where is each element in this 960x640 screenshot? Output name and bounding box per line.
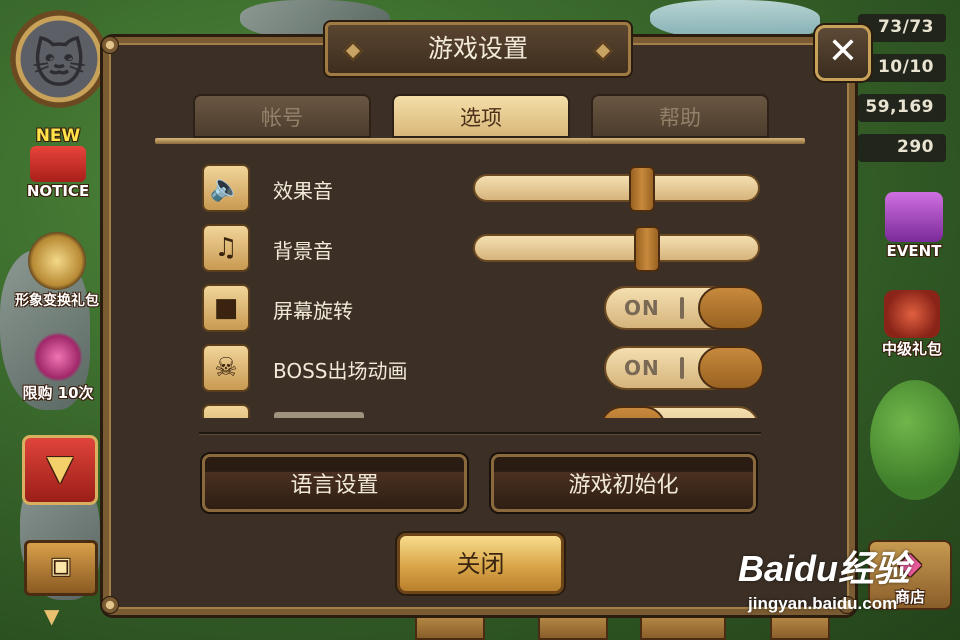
bgm-slider[interactable] [473,226,760,272]
mid-pack-label: 中级礼包 [881,340,942,358]
tab-help[interactable]: 帮助 [591,94,769,138]
waterfall-decoration [650,0,820,40]
toggle-state: ON [624,296,660,320]
notice-button[interactable]: NEW NOTICE [14,126,102,200]
game-reset-button[interactable]: 游戏初始化 [491,454,756,512]
setting-icon [202,404,250,418]
notice-label: NOTICE [26,182,90,200]
language-settings-button[interactable]: 语言设置 [202,454,467,512]
toggle-knob[interactable] [600,406,666,418]
tab-underline [155,138,805,144]
event-button[interactable]: EVENT [874,192,954,260]
effect-sound-slider[interactable] [473,166,760,212]
dialog-title-plate: 游戏设置 [325,22,631,76]
toggle-divider [680,297,684,319]
chest-button[interactable]: ▣ [24,540,98,596]
close-icon: ✕ [827,31,859,72]
settings-scroll-overflow[interactable] [190,400,790,418]
energy-counter: 73/73 [858,14,946,42]
gem-icon [33,332,83,382]
guild-button[interactable]: ▼ [22,435,98,505]
notice-icon [30,146,86,182]
tab-options[interactable]: 选项 [392,94,570,138]
limited-pack-button[interactable]: 限购 10次 [8,332,108,403]
treasure-chest-icon: ▣ [50,554,72,579]
gold-counter: 59,169 [858,94,946,122]
close-dialog-button[interactable]: ✕ [815,25,871,81]
toggle-knob[interactable] [698,346,764,390]
crystal-counter: 290 [858,134,946,162]
clipped-toggle[interactable] [600,406,760,418]
dialog-title: 游戏设置 [427,34,528,63]
diamond-ornament-icon [343,41,363,61]
boss-icon: ☠ [202,344,250,392]
rotation-toggle[interactable]: ON [604,286,764,330]
pack-icon [884,290,940,338]
setting-label-effect-sound: 效果音 [273,179,333,203]
new-badge: NEW [35,126,81,146]
music-note-icon: ♫ [202,224,250,272]
costume-pack-label: 形象变换礼包 [15,293,99,309]
mid-pack-button[interactable]: 中级礼包 [866,290,958,359]
costume-pack-button[interactable]: 形象变换礼包 [2,232,112,310]
camera-icon: ■ [202,284,250,332]
corner-rivet-icon [101,36,119,54]
cat-avatar-icon: 🐱 [32,35,87,95]
watermark-url: jingyan.baidu.com [748,594,898,613]
gift-box-icon [885,192,943,242]
speaker-icon: 🔈 [202,164,250,212]
toggle-knob[interactable] [698,286,764,330]
close-button[interactable]: 关闭 [397,533,564,594]
arena-counter: 10/10 [858,54,946,82]
boss-animation-toggle[interactable]: ON [604,346,764,390]
clipped-label [274,412,364,418]
slider-handle[interactable] [629,166,655,212]
setting-label-bgm: 背景音 [273,239,333,263]
watermark-logo: Baidu经验 [738,548,911,589]
medallion-icon [28,232,86,290]
section-divider [199,432,761,435]
slider-handle[interactable] [634,226,660,272]
tab-account[interactable]: 帐号 [193,94,371,138]
setting-label-boss-animation: BOSS出场动画 [273,359,408,383]
limited-pack-label: 限购 10次 [22,384,94,402]
scroll-down-arrow-icon[interactable]: ▼ [44,604,59,628]
player-avatar[interactable]: 🐱 [10,10,108,108]
diamond-ornament-icon [593,41,613,61]
baidu-watermark: Baidu经验 jingyan.baidu.com [738,540,910,614]
corner-rivet-icon [101,596,119,614]
toggle-state: ON [624,356,660,380]
chevron-rank-icon: ▼ [46,448,74,488]
setting-label-rotation: 屏幕旋转 [273,299,353,323]
tree-decoration [870,380,960,500]
event-label: EVENT [886,242,942,260]
toggle-divider [680,357,684,379]
